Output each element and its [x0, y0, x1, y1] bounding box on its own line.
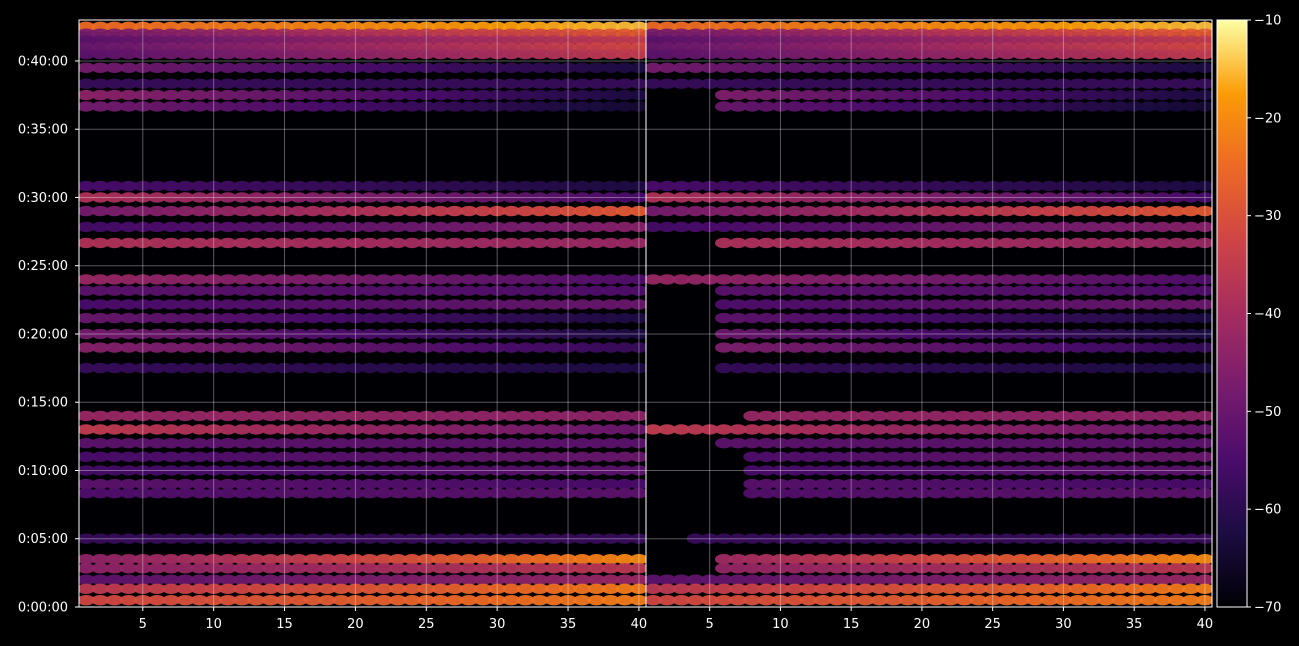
x-tick-label-right: 30	[1055, 617, 1072, 632]
y-tick-label: 0:10:00	[18, 464, 68, 479]
y-tick-label: 0:35:00	[18, 123, 68, 138]
x-tick-label-right: 20	[914, 617, 931, 632]
y-axis: 0:00:00 0:05:00 0:10:00 0:15:00 0:20:00 0:25:…	[18, 54, 79, 616]
x-tick-label-left: 40	[631, 617, 648, 632]
x-tick-label-left: 10	[205, 617, 222, 632]
colorbar-tick-label: −10	[1254, 14, 1281, 29]
colorbar-ticks: −10 −20 −30 −40 −50 −60 −70	[1247, 14, 1281, 616]
x-tick-label-left: 30	[489, 617, 506, 632]
y-tick-label: 0:40:00	[18, 54, 68, 69]
x-tick-label-left: 15	[276, 617, 293, 632]
spectrogram-panel-right	[646, 20, 1212, 607]
colorbar: −10 −20 −30 −40 −50 −60 −70	[1216, 14, 1281, 616]
x-tick-label-right: 35	[1126, 617, 1143, 632]
y-tick-label: 0:15:00	[18, 396, 68, 411]
x-tick-label-right: 15	[843, 617, 860, 632]
x-tick-label-right: 5	[706, 617, 714, 632]
x-axis-right: 5 10 15 20 25 30 35 40	[706, 607, 1214, 632]
x-tick-label-left: 25	[418, 617, 435, 632]
spectrogram-figure: 5 10 15 20 25 30 35 40 5 10 15 20 25 30 35 40 0:00:000…	[18, 14, 1282, 633]
y-tick-label: 0:30:00	[18, 191, 68, 206]
colorbar-tick-label: −40	[1254, 307, 1281, 322]
y-tick-label: 0:25:00	[18, 259, 68, 274]
x-tick-label-left: 35	[560, 617, 577, 632]
x-tick-label-right: 25	[984, 617, 1001, 632]
y-tick-label: 0:20:00	[18, 327, 68, 342]
y-tick-label: 0:00:00	[18, 601, 68, 616]
x-tick-label-right: 10	[772, 617, 789, 632]
spectrogram-panel-left	[79, 20, 646, 607]
x-tick-label-left: 5	[139, 617, 147, 632]
x-axis-left: 5 10 15 20 25 30 35 40	[139, 607, 648, 632]
colorbar-tick-label: −60	[1254, 503, 1281, 518]
colorbar-gradient	[1216, 19, 1248, 608]
colorbar-tick-label: −20	[1254, 111, 1281, 126]
x-tick-label-right: 40	[1197, 617, 1214, 632]
colorbar-tick-label: −30	[1254, 209, 1281, 224]
colorbar-tick-label: −50	[1254, 405, 1281, 420]
colorbar-tick-label: −70	[1254, 601, 1281, 616]
x-tick-label-left: 20	[347, 617, 364, 632]
y-tick-label: 0:05:00	[18, 532, 68, 547]
